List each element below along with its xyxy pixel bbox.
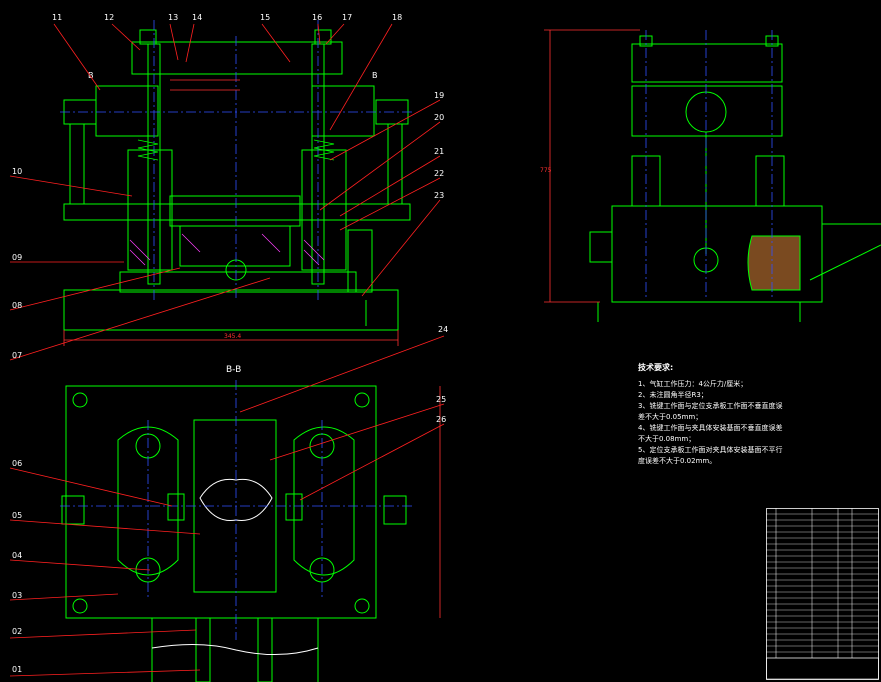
balloon-22: 22	[434, 169, 444, 178]
balloon-14: 14	[192, 13, 202, 22]
drawing-svg: 345.4 B B 775 B-B 11 12 13 14 15 16 17 1…	[9, 13, 881, 682]
top-plate	[131, 41, 343, 75]
balloon-19: 19	[434, 91, 444, 100]
balloon-25: 25	[436, 395, 446, 404]
balloon-11: 11	[52, 13, 62, 22]
section-mark-left: B	[88, 71, 94, 80]
notes-line: 不大于0.08mm；	[638, 435, 696, 443]
balloon-24: 24	[438, 325, 448, 334]
front-centerlines	[60, 20, 412, 300]
balloon-07: 07	[12, 351, 22, 360]
hole-tr	[354, 392, 370, 408]
side-bracket	[347, 229, 373, 293]
side-arm-diag	[809, 244, 881, 281]
hole-tl	[72, 392, 88, 408]
post-left	[69, 123, 85, 205]
notes-line: 5、定位支承板工作面对夹具体安装基面不平行	[638, 446, 783, 454]
balloon-10: 10	[12, 167, 22, 176]
balloon-15: 15	[260, 13, 270, 22]
section-centerlines	[60, 380, 412, 640]
balloon-12: 12	[104, 13, 114, 22]
section-title: B-B	[226, 365, 241, 375]
spring-housing-left	[127, 149, 173, 271]
front-dimension	[63, 79, 399, 346]
technical-requirements: 技术要求: 1、气缸工作压力：4公斤力/厘米； 2、未注圆角半径R3； 3、铣键…	[638, 362, 788, 467]
notes-line: 2、未注圆角半径R3；	[638, 391, 708, 399]
balloon-05: 05	[12, 511, 22, 520]
balloon-13: 13	[168, 13, 178, 22]
side-post-right	[755, 155, 785, 207]
cylinder-right	[311, 85, 375, 137]
balloon-01: 01	[12, 665, 22, 674]
bom-table	[766, 508, 879, 680]
section-view	[61, 385, 407, 682]
clamp-body	[169, 195, 301, 227]
notes-line: 差不大于0.05mm；	[638, 413, 703, 421]
balloon-18: 18	[392, 13, 402, 22]
front-hatch	[129, 233, 325, 266]
cad-drawing-canvas: 345.4 B B 775 B-B 11 12 13 14 15 16 17 1…	[0, 0, 881, 682]
front-view	[63, 29, 411, 331]
side-view	[589, 35, 881, 322]
side-top-plate	[631, 43, 783, 83]
balloon-02: 02	[12, 627, 22, 636]
side-stop-right	[383, 495, 407, 525]
balloon-08: 08	[12, 301, 22, 310]
side-clamp-block	[747, 235, 801, 291]
balloon-21: 21	[434, 147, 444, 156]
balloon-17: 17	[342, 13, 352, 22]
balloon-06: 06	[12, 459, 22, 468]
side-stop-left	[61, 495, 85, 525]
notes-line: 3、铣键工作面与定位支承板工作面不垂直度误	[638, 402, 783, 410]
key-left	[195, 617, 211, 682]
hole-br	[354, 598, 370, 614]
side-cylinder-block	[631, 85, 783, 137]
notes-heading: 技术要求:	[638, 363, 674, 372]
notes-line: 度误差不大于0.02mm。	[638, 457, 717, 465]
balloon-23: 23	[434, 191, 444, 200]
break-line	[151, 643, 319, 655]
height-dimension-label: 775	[540, 167, 552, 174]
balloon-04: 04	[12, 551, 22, 560]
base-plate	[63, 289, 399, 331]
jaw-left	[167, 493, 185, 521]
cylinder-left	[95, 85, 159, 137]
balloon-03: 03	[12, 591, 22, 600]
balloon-09: 09	[12, 253, 22, 262]
hole-bl	[72, 598, 88, 614]
middle-plate	[63, 203, 411, 221]
section-base-plate	[65, 385, 377, 619]
balloon-26: 26	[436, 415, 446, 424]
post-right	[387, 123, 403, 205]
side-valve	[589, 231, 613, 263]
leaders	[9, 23, 445, 677]
notes-line: 4、铣键工作面与夹具体安装基面不垂直度误差	[638, 424, 783, 432]
balloon-20: 20	[434, 113, 444, 122]
notes-line: 1、气缸工作压力：4公斤力/厘米；	[638, 380, 748, 388]
section-mark-right: B	[372, 71, 378, 80]
base-step	[119, 271, 357, 293]
key-right	[257, 617, 273, 682]
side-dimension	[544, 29, 640, 303]
balloon-16: 16	[312, 13, 322, 22]
width-dimension-label: 345.4	[224, 333, 241, 340]
